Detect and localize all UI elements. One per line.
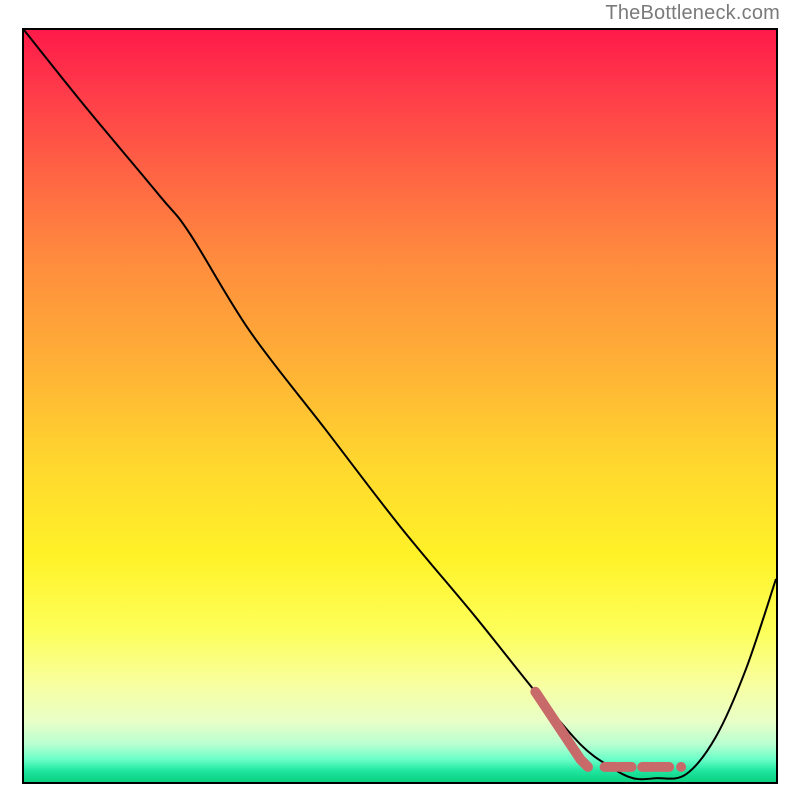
bottleneck-curve: [24, 30, 776, 779]
optimal-range-marker: [535, 692, 686, 772]
attribution-text: TheBottleneck.com: [605, 2, 780, 25]
optimal-range-end-dot: [676, 762, 686, 772]
chart-frame: [22, 28, 778, 784]
chart-svg: [24, 30, 776, 782]
